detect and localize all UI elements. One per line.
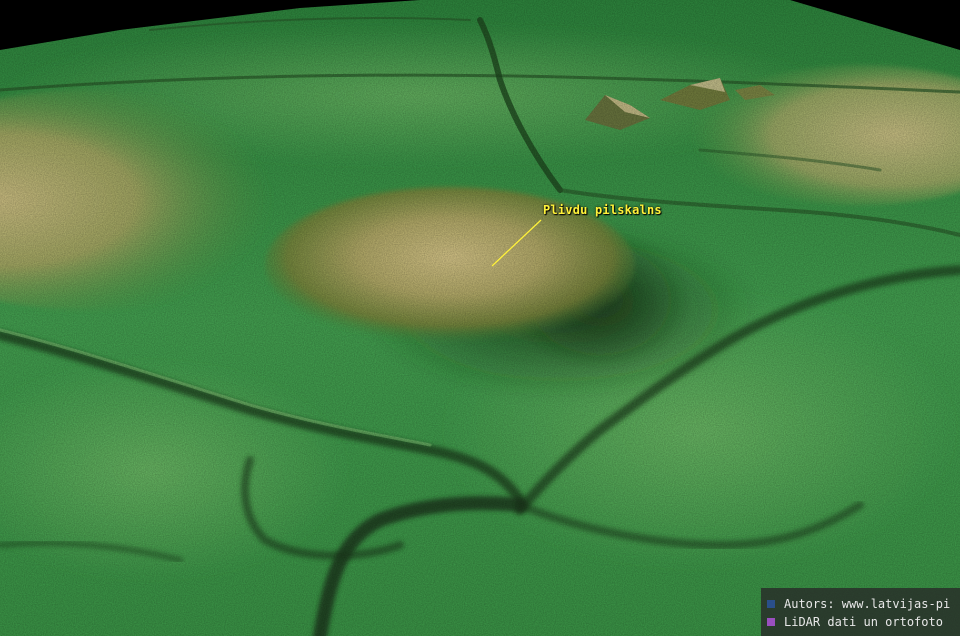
site-label: Plivdu pilskalns <box>543 203 662 217</box>
legend-item-data-source: LiDAR dati un ortofoto <box>767 613 960 631</box>
legend-panel: Autors: www.latvijas-pi LiDAR dati un or… <box>761 588 960 636</box>
legend-item-label: LiDAR dati un ortofoto <box>784 615 943 629</box>
legend-swatch-purple <box>767 618 775 626</box>
legend-item-author: Autors: www.latvijas-pi <box>767 595 960 613</box>
legend-swatch-blue <box>767 600 775 608</box>
terrain-relief-map <box>0 0 960 636</box>
legend-item-label: Autors: www.latvijas-pi <box>784 597 951 611</box>
